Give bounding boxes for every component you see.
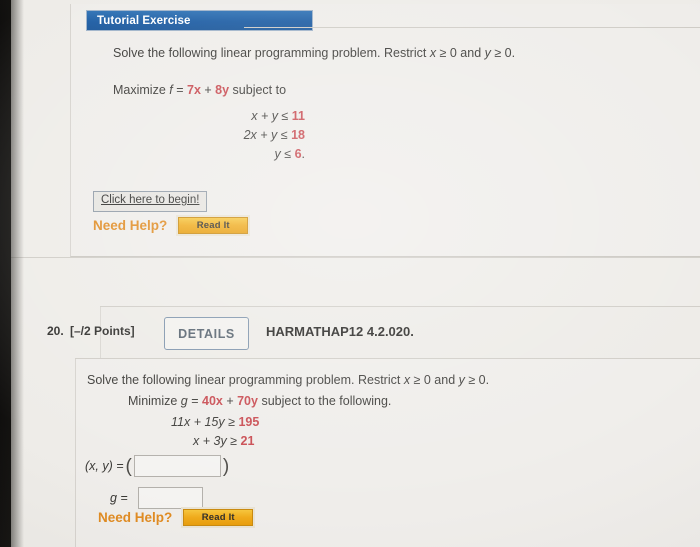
answer-g-input[interactable] bbox=[137, 487, 203, 509]
read-it-button[interactable]: Read It bbox=[181, 507, 256, 528]
question-constraint-row: x + 3y ≥ 21 bbox=[171, 432, 259, 451]
divider-top bbox=[244, 27, 700, 28]
tutorial-constraint-rhs: 6 bbox=[294, 147, 302, 161]
tutorial-constraint-lhs: y ≤ bbox=[274, 147, 295, 161]
tutorial-objective-term-2: 8y bbox=[215, 83, 230, 97]
tutorial-constraint-row: x + y ≤ 11 bbox=[157, 107, 305, 126]
close-paren: ) bbox=[222, 455, 230, 477]
screen-bezel-shadow bbox=[11, 0, 24, 547]
assignment-page: Tutorial Exercise Solve the following li… bbox=[0, 0, 700, 547]
tutorial-ge-2: ≥ 0. bbox=[490, 46, 516, 60]
tutorial-exercise-panel: Tutorial Exercise Solve the following li… bbox=[70, 4, 700, 257]
tutorial-constraint-rhs: 11 bbox=[291, 109, 305, 123]
details-button[interactable]: DETAILS bbox=[164, 317, 249, 350]
question-objective-verb: Minimize bbox=[128, 394, 181, 408]
question-need-help-row: Need Help? Read It bbox=[98, 507, 256, 528]
divider-question-body bbox=[75, 358, 700, 359]
need-help-label: Need Help? bbox=[98, 510, 173, 525]
question-objective-term-1: 40x bbox=[202, 394, 223, 408]
tutorial-constraint-row: 2x + y ≤ 18 bbox=[157, 126, 305, 145]
tutorial-objective-plus: + bbox=[200, 83, 216, 97]
tutorial-objective-tail: subject to bbox=[229, 83, 287, 97]
screen-bezel bbox=[0, 0, 11, 547]
tutorial-need-help-row: Need Help? Read It bbox=[93, 215, 251, 236]
question-objective-eq: = bbox=[187, 394, 202, 408]
question-number: 20. bbox=[47, 324, 64, 338]
question-constraints: 11x + 15y ≥ 195 x + 3y ≥ 21 bbox=[171, 413, 259, 452]
tutorial-objective-verb: Maximize bbox=[113, 83, 170, 97]
answer-xy-input[interactable] bbox=[133, 455, 221, 477]
need-help-label: Need Help? bbox=[93, 218, 168, 233]
divider-question-top bbox=[100, 306, 700, 307]
tutorial-constraint-tail: . bbox=[301, 147, 305, 161]
tutorial-constraint-lhs: x + y ≤ bbox=[251, 109, 292, 123]
tutorial-constraint-rhs: 18 bbox=[291, 128, 305, 142]
tutorial-objective-eq: = bbox=[172, 83, 187, 97]
tutorial-constraint-lhs: 2x + y ≤ bbox=[243, 128, 292, 142]
tutorial-objective-line: Maximize f = 7x + 8y subject to bbox=[113, 83, 286, 97]
read-it-button[interactable]: Read It bbox=[176, 215, 251, 236]
question-constraint-lhs: x + 3y ≥ bbox=[193, 434, 241, 449]
answer-xy-row: (x, y) = ( ) bbox=[85, 455, 231, 477]
question-ge-2: ≥ 0. bbox=[464, 373, 490, 387]
question-objective-term-2: 70y bbox=[237, 394, 258, 408]
tutorial-ge-1: ≥ 0 and bbox=[436, 46, 485, 60]
question-constraint-rhs: 195 bbox=[238, 415, 260, 429]
question-constraint-rhs: 21 bbox=[240, 434, 255, 449]
tutorial-objective-term-1: 7x bbox=[187, 83, 201, 97]
question-constraint-lhs: 11x + 15y ≥ bbox=[171, 415, 239, 429]
question-objective-line: Minimize g = 40x + 70y subject to the fo… bbox=[128, 394, 391, 408]
answer-g-row: g = bbox=[110, 487, 203, 509]
tutorial-prompt-intro: Solve the following linear programming p… bbox=[113, 46, 430, 60]
question-objective-tail: subject to the following. bbox=[257, 394, 392, 408]
question-objective-var: g bbox=[180, 394, 188, 408]
tutorial-prompt-restriction: Solve the following linear programming p… bbox=[113, 46, 515, 60]
tutorial-exercise-title: Tutorial Exercise bbox=[97, 14, 191, 27]
tutorial-constraints: x + y ≤ 11 2x + y ≤ 18 y ≤ 6. bbox=[157, 107, 305, 164]
question-points-badge: [–/2 Points] bbox=[70, 324, 135, 338]
question-code: HARMATHAP12 4.2.020. bbox=[266, 324, 414, 339]
question-prompt-restriction: Solve the following linear programming p… bbox=[87, 373, 489, 387]
question-objective-plus: + bbox=[222, 394, 238, 408]
question-body: Solve the following linear programming p… bbox=[75, 358, 700, 547]
open-paren: ( bbox=[125, 455, 132, 477]
answer-xy-label: (x, y) = bbox=[85, 459, 124, 473]
tutorial-constraint-row: y ≤ 6. bbox=[157, 145, 306, 164]
question-constraint-row: 11x + 15y ≥ 195 bbox=[171, 413, 259, 432]
question-prompt-intro: Solve the following linear programming p… bbox=[87, 373, 404, 387]
click-here-to-begin-link[interactable]: Click here to begin! bbox=[93, 191, 208, 212]
divider-after-tutorial bbox=[0, 257, 700, 258]
answer-g-label: g = bbox=[110, 491, 128, 505]
question-ge-1: ≥ 0 and bbox=[410, 373, 459, 387]
